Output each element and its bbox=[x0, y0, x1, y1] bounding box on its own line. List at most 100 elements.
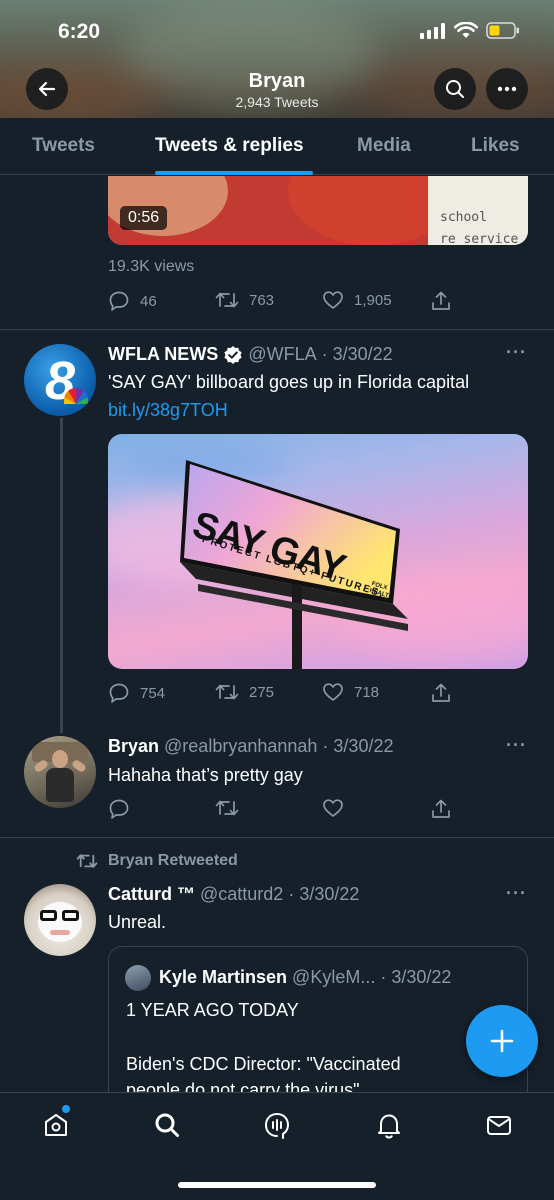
wfla-avatar[interactable]: 8 bbox=[24, 344, 96, 416]
quote-author-name: Kyle Martinsen bbox=[159, 967, 288, 987]
messages-icon bbox=[487, 1116, 511, 1135]
compose-tweet-button[interactable] bbox=[466, 1005, 538, 1077]
thread-line bbox=[60, 418, 63, 733]
more-options-button[interactable] bbox=[486, 68, 528, 110]
tweet-text: Hahaha that’s pretty gay bbox=[108, 765, 303, 785]
like-count: 718 bbox=[354, 683, 380, 701]
quote-text-line2: Biden's CDC Director: "Vaccinated bbox=[126, 1054, 401, 1074]
video-text-2: re service bbox=[440, 232, 519, 245]
quote-date: 3/30/22 bbox=[391, 967, 452, 987]
spaces-icon bbox=[264, 1112, 290, 1139]
like-count: 1,905 bbox=[354, 291, 392, 309]
home-indicator bbox=[178, 1182, 376, 1188]
author-name[interactable]: Bryan bbox=[108, 736, 159, 757]
status-time: 6:20 bbox=[58, 20, 101, 43]
bryan-avatar[interactable] bbox=[24, 736, 96, 808]
like-button[interactable]: 1,905 bbox=[322, 290, 392, 310]
tweet-date: 3/30/22 bbox=[332, 344, 393, 364]
author-handle[interactable]: @WFLA bbox=[248, 344, 316, 365]
share-button[interactable] bbox=[430, 798, 452, 820]
quote-tweet[interactable]: Kyle Martinsen @KyleM... · 3/30/22 1 YEA… bbox=[108, 946, 528, 1106]
plus-icon bbox=[490, 1029, 514, 1053]
more-horizontal-icon bbox=[497, 86, 517, 92]
search-button[interactable] bbox=[434, 68, 476, 110]
share-button[interactable] bbox=[430, 682, 452, 704]
search-icon bbox=[446, 80, 464, 98]
tweet-link[interactable]: bit.ly/38g7TOH bbox=[108, 400, 228, 421]
retweet-icon bbox=[215, 800, 239, 816]
nav-home[interactable] bbox=[38, 1105, 74, 1143]
nav-notifications[interactable] bbox=[371, 1107, 407, 1143]
nav-messages[interactable] bbox=[481, 1107, 517, 1143]
verified-badge-icon bbox=[224, 345, 242, 364]
retweet-button[interactable]: 763 bbox=[215, 290, 274, 310]
video-text-1: school bbox=[440, 210, 487, 225]
reply-count: 754 bbox=[140, 684, 166, 702]
nav-spaces[interactable] bbox=[259, 1107, 295, 1143]
retweet-icon bbox=[215, 292, 239, 308]
retweet-count: 763 bbox=[249, 291, 275, 309]
reply-icon bbox=[109, 291, 129, 311]
like-button[interactable]: 718 bbox=[322, 682, 379, 702]
video-media[interactable]: school re service 0:56 bbox=[108, 176, 528, 245]
battery-icon bbox=[486, 22, 519, 39]
share-icon bbox=[432, 683, 450, 702]
retweet-button[interactable]: 275 bbox=[215, 682, 274, 702]
reply-icon bbox=[109, 683, 129, 703]
share-button[interactable] bbox=[430, 290, 452, 312]
author-name[interactable]: WFLA NEWS bbox=[108, 344, 218, 365]
home-icon bbox=[45, 1114, 67, 1136]
view-count: 19.3K views bbox=[108, 258, 195, 275]
tweet-text: 'SAY GAY' billboard goes up in Florida c… bbox=[108, 372, 470, 392]
status-icons bbox=[420, 22, 520, 39]
reply-button[interactable]: 754 bbox=[108, 682, 165, 704]
notification-dot bbox=[62, 1105, 70, 1113]
signal-icon bbox=[420, 22, 445, 39]
heart-icon bbox=[323, 291, 343, 309]
author-name[interactable]: Catturd ™ bbox=[108, 884, 195, 905]
catturd-avatar[interactable] bbox=[24, 884, 96, 956]
tab-tweets[interactable]: Tweets bbox=[32, 135, 95, 157]
reply-button[interactable]: 46 bbox=[108, 290, 157, 312]
tab-media[interactable]: Media bbox=[357, 135, 411, 157]
retweet-button[interactable] bbox=[215, 798, 239, 818]
like-button[interactable] bbox=[322, 798, 344, 818]
search-icon bbox=[155, 1113, 179, 1137]
billboard-image[interactable]: SAY GAY PROTECT LGBTQ+ FUTURES. FOLX HEA… bbox=[108, 434, 528, 669]
tweet-more-button[interactable]: ··· bbox=[506, 735, 527, 756]
share-icon bbox=[432, 291, 450, 310]
tweet-header: Bryan @realbryanhannah · 3/30/22 bbox=[108, 736, 394, 757]
quote-author-avatar bbox=[125, 965, 151, 991]
wifi-icon bbox=[454, 22, 478, 38]
reply-count: 46 bbox=[140, 292, 157, 310]
notifications-icon bbox=[378, 1114, 400, 1139]
divider bbox=[0, 837, 554, 838]
author-handle[interactable]: @realbryanhannah bbox=[164, 736, 317, 757]
heart-icon bbox=[323, 683, 343, 701]
tweet-date: 3/30/22 bbox=[333, 736, 394, 756]
heart-icon bbox=[323, 799, 343, 817]
tweet-more-button[interactable]: ··· bbox=[506, 342, 527, 363]
retweeted-label: Bryan Retweeted bbox=[76, 852, 238, 870]
active-tab-indicator bbox=[155, 171, 313, 175]
author-handle[interactable]: @catturd2 bbox=[200, 884, 283, 905]
quote-header: Kyle Martinsen @KyleM... · 3/30/22 bbox=[159, 967, 452, 987]
tweet-more-button[interactable]: ··· bbox=[506, 883, 527, 904]
tweet-header: Catturd ™ @catturd2 · 3/30/22 bbox=[108, 884, 360, 905]
retweet-count: 275 bbox=[249, 683, 275, 701]
tweet-header: WFLA NEWS @WFLA · 3/30/22 bbox=[108, 344, 393, 365]
tab-tweets-replies[interactable]: Tweets & replies bbox=[155, 135, 304, 157]
video-duration: 0:56 bbox=[120, 206, 168, 230]
reply-button[interactable] bbox=[108, 798, 130, 820]
divider bbox=[0, 329, 554, 330]
retweet-icon bbox=[215, 684, 239, 700]
tweet-text: Unreal. bbox=[108, 912, 167, 932]
retweet-icon bbox=[76, 854, 98, 868]
quote-author-handle: @KyleM... bbox=[292, 967, 376, 987]
share-icon bbox=[432, 799, 450, 818]
tab-likes[interactable]: Likes bbox=[471, 135, 520, 157]
quote-text-line1: 1 YEAR AGO TODAY bbox=[126, 1000, 299, 1020]
tweet-date: 3/30/22 bbox=[299, 884, 360, 904]
nav-search[interactable] bbox=[149, 1107, 185, 1143]
reply-icon bbox=[109, 799, 129, 819]
